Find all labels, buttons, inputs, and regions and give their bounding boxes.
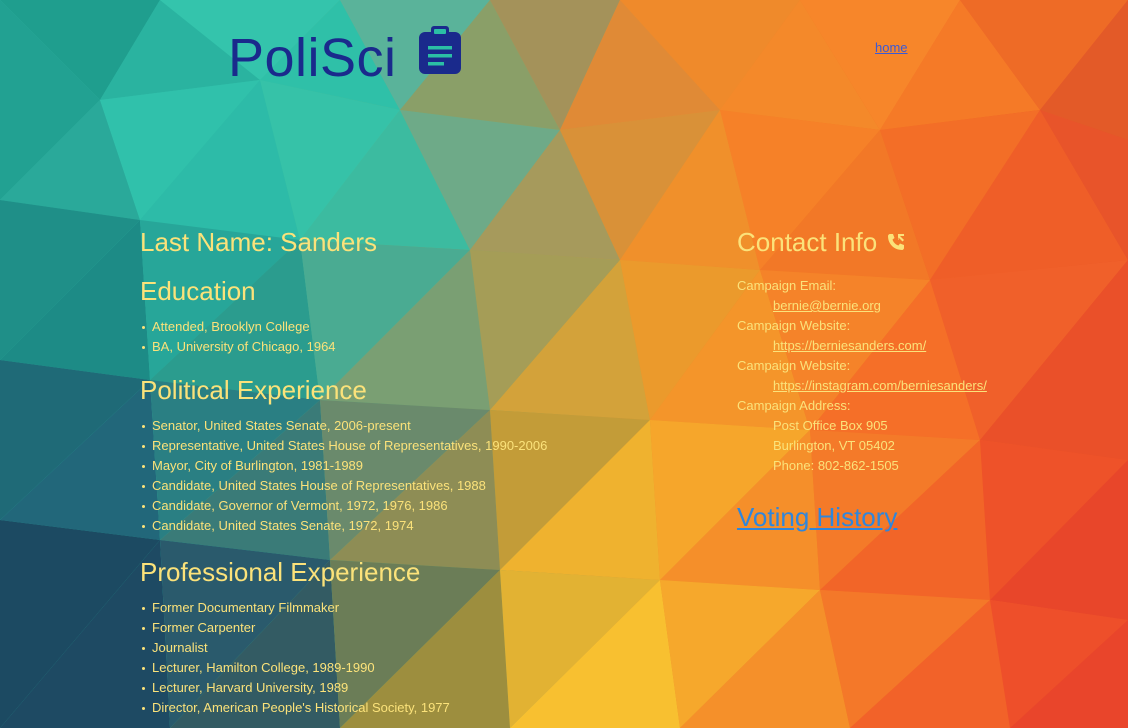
list-item: Candidate, United States Senate, 1972, 1… (140, 516, 620, 536)
address-label: Campaign Address: (737, 398, 851, 413)
professional-experience-heading: Professional Experience (140, 557, 421, 587)
contact-details: Campaign Email: bernie@bernie.org Campai… (737, 276, 1097, 476)
name-heading: Last Name: Sanders (140, 227, 378, 257)
phone-number: Phone: 802-862-1505 (773, 458, 899, 473)
site-logo: PoliSci (228, 26, 461, 90)
instagram-link[interactable]: https://instagram.com/berniesanders/ (773, 378, 987, 393)
contact-info-title: Contact Info (737, 227, 878, 257)
contact-section: Contact Info Campaign Email: bernie@bern… (737, 226, 1097, 533)
list-item: Lecturer, Harvard University, 1989 (140, 678, 620, 698)
list-item: Former Documentary Filmmaker (140, 598, 620, 618)
professional-experience-list: Former Documentary Filmmaker Former Carp… (140, 598, 620, 718)
list-item: Candidate, United States House of Repres… (140, 476, 620, 496)
address-line-1: Post Office Box 905 (773, 418, 888, 433)
contact-info-heading: Contact Info (737, 226, 1097, 258)
list-item: Lecturer, Hamilton College, 1989-1990 (140, 658, 620, 678)
list-item: Senator, United States Senate, 2006-pres… (140, 416, 620, 436)
education-list: Attended, Brooklyn College BA, Universit… (140, 317, 620, 357)
website-link[interactable]: https://berniesanders.com/ (773, 338, 926, 353)
list-item: BA, University of Chicago, 1964 (140, 337, 620, 357)
list-item: Journalist (140, 638, 620, 658)
logo-text: PoliSci (228, 28, 397, 88)
education-heading: Education (140, 276, 256, 306)
list-item: Candidate, Governor of Vermont, 1972, 19… (140, 496, 620, 516)
phone-icon (888, 234, 905, 250)
list-item: Attended, Brooklyn College (140, 317, 620, 337)
list-item: Former Carpenter (140, 618, 620, 638)
email-label: Campaign Email: (737, 278, 836, 293)
list-item: Representative, United States House of R… (140, 436, 620, 456)
voting-history-link[interactable]: Voting History (737, 502, 897, 533)
email-link[interactable]: bernie@bernie.org (773, 298, 881, 313)
clipboard-icon (418, 26, 461, 74)
list-item: Director, American People's Historical S… (140, 698, 620, 718)
political-experience-heading: Political Experience (140, 375, 367, 405)
address-line-2: Burlington, VT 05402 (773, 438, 895, 453)
website-label: Campaign Website: (737, 318, 851, 333)
list-item: Mayor, City of Burlington, 1981-1989 (140, 456, 620, 476)
website2-label: Campaign Website: (737, 358, 851, 373)
political-experience-list: Senator, United States Senate, 2006-pres… (140, 416, 620, 536)
profile-section: Last Name: Sanders Education Attended, B… (140, 226, 620, 718)
home-link[interactable]: home (875, 40, 908, 55)
